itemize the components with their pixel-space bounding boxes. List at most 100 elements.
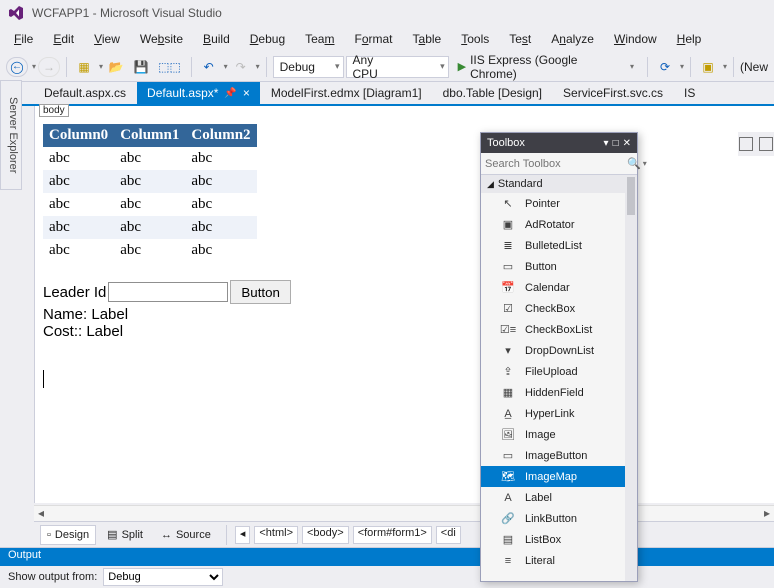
config-dropdown[interactable]: Debug▾ <box>273 56 344 78</box>
separator-icon <box>226 525 227 545</box>
new-project-dropdown[interactable]: ▾ <box>97 62 103 71</box>
fileupload-icon: ⇪ <box>501 365 515 379</box>
tab-default-cs[interactable]: Default.aspx.cs <box>34 82 136 104</box>
toolbox-search-input[interactable] <box>485 158 627 170</box>
new-project-button[interactable]: ▦ <box>73 56 95 78</box>
toolbox-item-listbox[interactable]: ▤ListBox <box>481 529 637 550</box>
toolbox-window[interactable]: Toolbox ▾ □ ✕ 🔍 ▾ ◢ Standard ↖Pointer▣Ad… <box>480 132 638 582</box>
menu-build[interactable]: BuildBuild <box>193 28 240 50</box>
menu-window[interactable]: WindowWindow <box>604 28 667 50</box>
maximize-icon[interactable]: □ <box>613 138 619 149</box>
toolbox-item-bulletedlist[interactable]: ≣BulletedList <box>481 235 637 256</box>
collapse-icon[interactable]: ◢ <box>487 179 494 190</box>
run-button[interactable]: ▶IIS Express (Google Chrome)▾ <box>451 56 641 78</box>
toolbox-titlebar[interactable]: Toolbox ▾ □ ✕ <box>481 133 637 153</box>
undo-button[interactable]: ↶ <box>198 56 220 78</box>
open-file-button[interactable]: 📂 <box>105 56 128 78</box>
breadcrumb-div[interactable]: <di <box>436 526 461 544</box>
toolbox-item-image[interactable]: 🖼Image <box>481 424 637 445</box>
toolbox-item-hyperlink[interactable]: A̲HyperLink <box>481 403 637 424</box>
design-view-button[interactable]: ▫ Design <box>40 525 96 545</box>
close-icon[interactable]: ✕ <box>623 138 631 149</box>
toolbox-category-standard[interactable]: ◢ Standard <box>481 175 637 193</box>
breadcrumb-form[interactable]: <form#form1> <box>353 526 432 544</box>
submit-button[interactable]: Button <box>230 280 291 304</box>
fullscreen-icon[interactable] <box>759 137 773 151</box>
menu-test[interactable]: TestTest <box>499 28 541 50</box>
nav-back-button[interactable]: ◯← <box>6 57 28 77</box>
gridview-cell: abc <box>114 170 185 193</box>
browser-refresh-button[interactable]: ⟳ <box>654 56 676 78</box>
menu-edit[interactable]: EditEdit <box>43 28 84 50</box>
menu-help[interactable]: HelpHelp <box>667 28 712 50</box>
design-content: Column0Column1Column2 abcabcabcabcabcabc… <box>35 106 774 396</box>
gridview-cell: abc <box>114 216 185 239</box>
server-explorer-sidetab[interactable]: Server Explorer <box>0 80 22 190</box>
toolbox-scrollbar[interactable] <box>625 175 637 581</box>
gridview-control[interactable]: Column0Column1Column2 abcabcabcabcabcabc… <box>43 124 257 262</box>
undo-dropdown[interactable]: ▾ <box>222 62 228 71</box>
toolbox-item-button[interactable]: ▭Button <box>481 256 637 277</box>
extension-dropdown[interactable]: ▾ <box>721 62 727 71</box>
toolbox-searchbar[interactable]: 🔍 ▾ <box>481 153 637 175</box>
browser-refresh-dropdown[interactable]: ▾ <box>678 62 684 71</box>
toolbox-item-label[interactable]: ALabel <box>481 487 637 508</box>
menu-tools[interactable]: ToolsTools <box>451 28 499 50</box>
toolbox-item-imagemap[interactable]: 🗺ImageMap <box>481 466 637 487</box>
save-button[interactable]: 💾 <box>130 56 153 78</box>
tab-servicefirst[interactable]: ServiceFirst.svc.cs <box>553 82 673 104</box>
new-item-truncated[interactable]: (New <box>740 60 768 74</box>
tab-modelfirst[interactable]: ModelFirst.edmx [Diagram1] <box>261 82 432 104</box>
toolbox-item-hiddenfield[interactable]: ▦HiddenField <box>481 382 637 403</box>
menu-debug[interactable]: DebugDebug <box>240 28 295 50</box>
split-view-button[interactable]: ▤ Split <box>100 525 150 545</box>
gridview-header: Column0 <box>43 124 114 147</box>
tab-default-aspx[interactable]: Default.aspx*📌× <box>137 82 260 104</box>
search-icon[interactable]: 🔍 <box>627 157 641 170</box>
search-options-icon[interactable]: ▾ <box>643 159 647 168</box>
toolbox-item-adrotator[interactable]: ▣AdRotator <box>481 214 637 235</box>
toolbox-item-checkboxlist[interactable]: ☑≡CheckBoxList <box>481 319 637 340</box>
menu-view[interactable]: ViewView <box>84 28 130 50</box>
checkboxlist-icon: ☑≡ <box>501 323 515 337</box>
menu-analyze[interactable]: AnalyzeAnalyze <box>541 28 604 50</box>
toolbox-item-checkbox[interactable]: ☑CheckBox <box>481 298 637 319</box>
menu-table[interactable]: TableTable <box>403 28 452 50</box>
breadcrumb-body[interactable]: <body> <box>302 526 349 544</box>
calendar-icon: 📅 <box>501 281 515 295</box>
menu-file[interactable]: FFileile <box>4 28 43 50</box>
close-icon[interactable]: × <box>243 86 250 100</box>
toolbox-item-calendar[interactable]: 📅Calendar <box>481 277 637 298</box>
breadcrumb-html[interactable]: <html> <box>254 526 298 544</box>
breadcrumb-nav-left[interactable]: ◂ <box>235 526 251 544</box>
toolbox-item-linkbutton[interactable]: 🔗LinkButton <box>481 508 637 529</box>
toolbox-item-pointer[interactable]: ↖Pointer <box>481 193 637 214</box>
redo-button[interactable]: ↷ <box>230 56 252 78</box>
menu-team[interactable]: TeamTeam <box>295 28 344 50</box>
toolbox-item-dropdownlist[interactable]: ▾DropDownList <box>481 340 637 361</box>
gridview-row: abcabcabc <box>43 147 257 170</box>
redo-dropdown[interactable]: ▾ <box>254 62 260 71</box>
designer-surface[interactable]: body Column0Column1Column2 abcabcabcabca… <box>34 106 774 503</box>
split-window-icon[interactable] <box>739 137 753 151</box>
horizontal-scrollbar[interactable]: ◂ ▸ <box>34 505 774 521</box>
source-view-button[interactable]: ↔ Source <box>154 525 218 545</box>
menu-website[interactable]: WebsiteWebsite <box>130 28 193 50</box>
window-menu-icon[interactable]: ▾ <box>604 138 609 149</box>
toolbox-item-fileupload[interactable]: ⇪FileUpload <box>481 361 637 382</box>
toolbox-item-imagebutton[interactable]: ▭ImageButton <box>481 445 637 466</box>
tab-truncated[interactable]: IS <box>674 82 705 104</box>
leader-id-input[interactable] <box>108 282 228 302</box>
tab-dbo-table[interactable]: dbo.Table [Design] <box>433 82 552 104</box>
leader-id-label: Leader Id <box>43 284 106 301</box>
nav-back-dropdown[interactable]: ▾ <box>30 62 36 71</box>
extension-button[interactable]: ▣ <box>697 56 719 78</box>
vs-logo-icon <box>8 5 24 21</box>
pin-icon[interactable]: 📌 <box>224 88 236 99</box>
save-all-button[interactable]: ⬚⬚ <box>154 56 184 78</box>
output-title[interactable]: Output <box>0 548 774 566</box>
platform-dropdown[interactable]: Any CPU▾ <box>346 56 449 78</box>
output-source-dropdown[interactable]: Debug <box>103 568 223 586</box>
toolbox-item-literal[interactable]: ≡Literal <box>481 550 637 571</box>
menu-format[interactable]: FormatFormat <box>344 28 402 50</box>
